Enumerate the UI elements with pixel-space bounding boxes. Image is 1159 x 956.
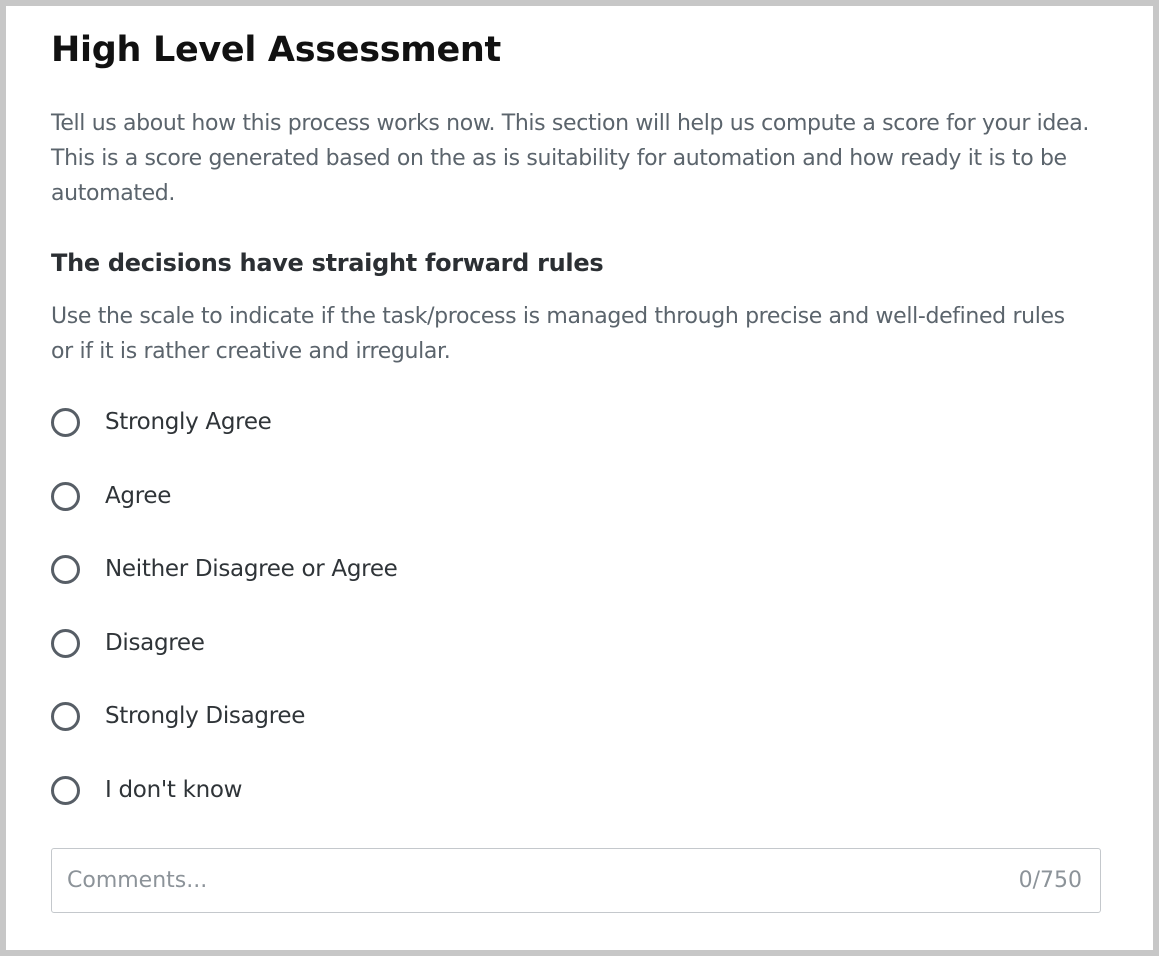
radio-label[interactable]: Agree	[105, 477, 171, 515]
radio-option-neither[interactable]: Neither Disagree or Agree	[51, 550, 651, 624]
comments-input[interactable]	[52, 849, 1100, 912]
radio-option-dont-know[interactable]: I don't know	[51, 771, 651, 845]
radio-option-strongly-disagree[interactable]: Strongly Disagree	[51, 697, 651, 771]
radio-button[interactable]	[51, 408, 80, 437]
page-title: High Level Assessment	[51, 30, 501, 70]
question-title: The decisions have straight forward rule…	[51, 249, 604, 277]
question-description: Use the scale to indicate if the task/pr…	[51, 304, 1065, 364]
radio-option-agree[interactable]: Agree	[51, 477, 651, 551]
assessment-panel: High Level Assessment Tell us about how …	[6, 6, 1153, 950]
radio-label[interactable]: Strongly Agree	[105, 403, 272, 441]
intro-text: Tell us about how this process works now…	[51, 111, 1090, 206]
radio-label[interactable]: Neither Disagree or Agree	[105, 550, 398, 588]
radio-label[interactable]: I don't know	[105, 771, 242, 809]
radio-label[interactable]: Disagree	[105, 624, 205, 662]
radio-label[interactable]: Strongly Disagree	[105, 697, 305, 735]
radio-button[interactable]	[51, 555, 80, 584]
radio-button[interactable]	[51, 702, 80, 731]
radio-option-strongly-agree[interactable]: Strongly Agree	[51, 403, 651, 477]
radio-button[interactable]	[51, 481, 80, 511]
radio-option-disagree[interactable]: Disagree	[51, 624, 651, 698]
character-counter: 0/750	[1018, 868, 1082, 893]
radio-group: Strongly Agree Agree Neither Disagree or…	[51, 403, 651, 844]
radio-button[interactable]	[51, 775, 80, 805]
radio-button[interactable]	[51, 628, 80, 658]
comments-field[interactable]: 0/750	[51, 848, 1101, 913]
